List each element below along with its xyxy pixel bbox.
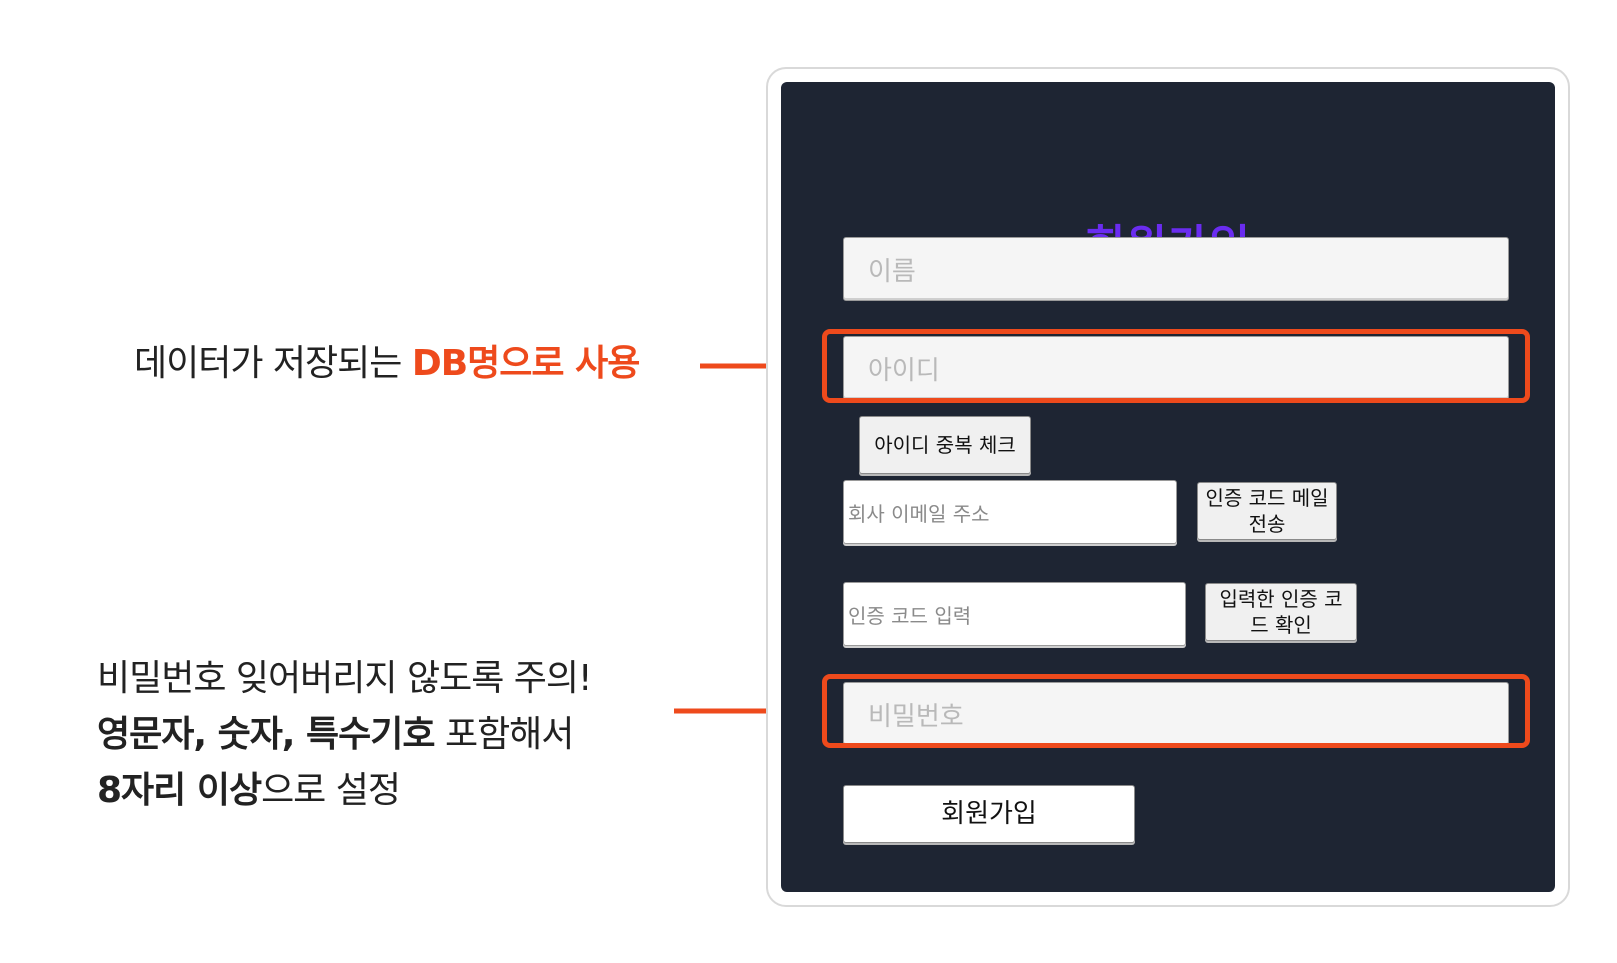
verify-code-button[interactable]: 입력한 인증 코드 확인 <box>1205 583 1357 641</box>
annotation-db-name: 데이터가 저장되는 DB명으로 사용 <box>134 342 640 386</box>
annotation-db-name-plain: 데이터가 저장되는 <box>134 343 412 384</box>
annotation-password-line3-bold: 8자리 이상 <box>97 770 262 811</box>
annotation-password-line2-rest: 포함해서 <box>434 714 574 755</box>
id-field-highlight <box>822 329 1530 403</box>
annotation-password-line2-bold: 영문자, 숫자, 특수기호 <box>97 714 435 755</box>
name-input[interactable]: 이름 <box>843 237 1509 301</box>
password-field-highlight <box>822 674 1530 748</box>
verification-code-input[interactable]: 인증 코드 입력 <box>843 582 1186 646</box>
annotation-password-line3-rest: 으로 설정 <box>261 770 401 811</box>
send-code-email-button[interactable]: 인증 코드 메일 전송 <box>1197 482 1337 540</box>
signup-panel: 회원가입 이름 아이디 아이디 중복 체크 회사 이메일 주소 인증 코드 메일… <box>781 82 1555 892</box>
annotation-password: 비밀번호 잊어버리지 않도록 주의! 영문자, 숫자, 특수기호 포함해서 8자… <box>97 651 592 819</box>
annotation-password-line3: 8자리 이상으로 설정 <box>97 763 591 819</box>
annotation-password-line1: 비밀번호 잊어버리지 않도록 주의! <box>97 658 592 699</box>
signup-submit-button[interactable]: 회원가입 <box>843 785 1135 843</box>
id-duplicate-check-button[interactable]: 아이디 중복 체크 <box>859 416 1031 474</box>
company-email-input[interactable]: 회사 이메일 주소 <box>843 480 1177 544</box>
annotation-db-name-accent: DB명으로 사용 <box>411 343 640 384</box>
annotation-password-line2: 영문자, 숫자, 특수기호 포함해서 <box>97 707 591 763</box>
